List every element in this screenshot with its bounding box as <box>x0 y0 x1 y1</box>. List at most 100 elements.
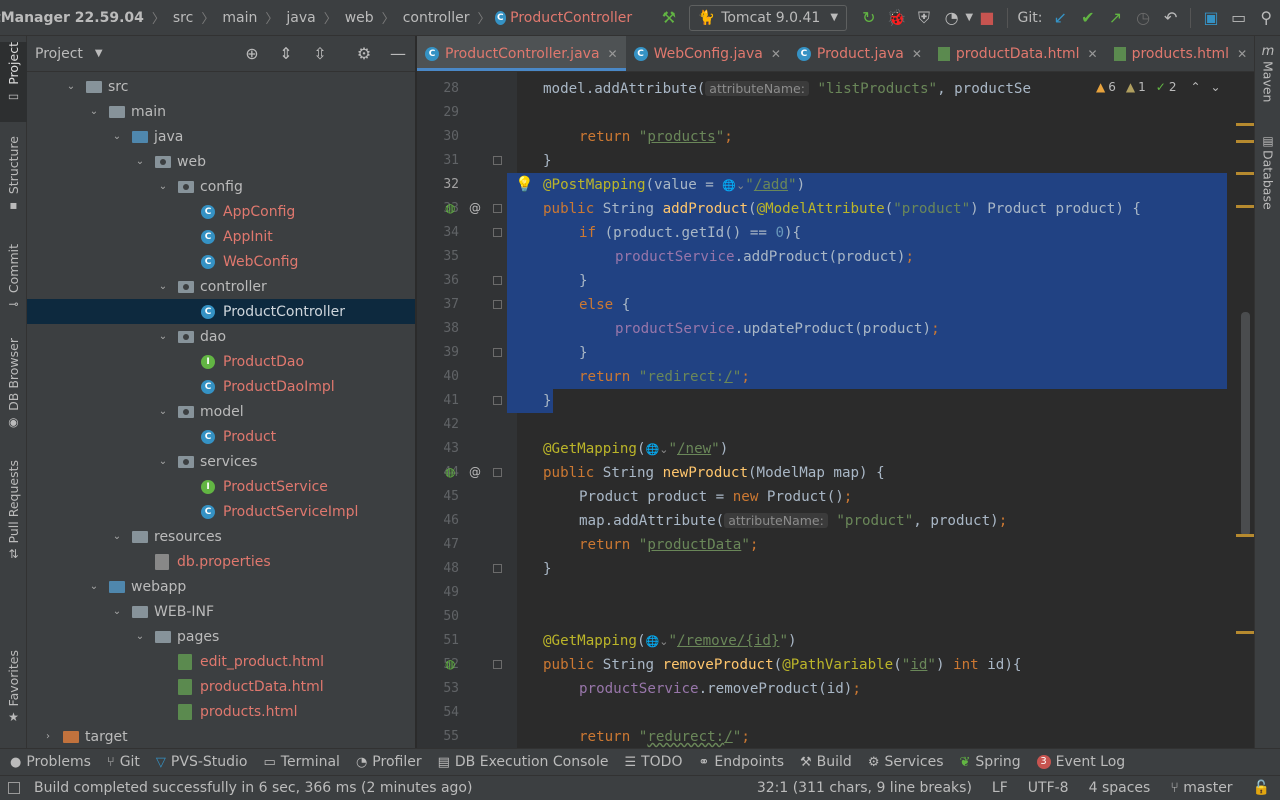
close-icon[interactable]: ✕ <box>1237 47 1247 61</box>
status-message[interactable]: Build completed successfully in 6 sec, 3… <box>34 780 472 796</box>
previous-highlight-icon[interactable]: ⌃ <box>1190 80 1200 94</box>
code-editor[interactable]: model.addAttribute(attributeName: "listP… <box>517 72 1237 748</box>
project-structure-icon[interactable]: ▣ <box>1200 5 1222 31</box>
tool-tab-spring[interactable]: ❦ Spring <box>952 754 1029 770</box>
chevron-down-icon[interactable]: ⌄ <box>110 131 124 142</box>
editor-tab-products-html[interactable]: products.html ✕ <box>1106 36 1254 71</box>
debug-icon[interactable]: 🐞 <box>886 5 908 31</box>
chevron-right-icon[interactable]: › <box>41 731 55 742</box>
lock-icon[interactable]: 🔓 <box>1243 780 1280 796</box>
git-history-icon[interactable]: ◷ <box>1132 5 1154 31</box>
tree-item[interactable]: ⌄ main <box>27 99 415 124</box>
fold-marker[interactable] <box>493 276 502 285</box>
editor-tab-product-controller[interactable]: C ProductController.java ✕ <box>417 36 626 71</box>
chevron-down-icon[interactable]: ⌄ <box>110 531 124 542</box>
tool-tab-project[interactable]: Project ▭ <box>0 42 27 122</box>
tree-item[interactable]: ⌄ web <box>27 149 415 174</box>
tree-item[interactable]: edit_product.html <box>27 649 415 674</box>
tool-tab-endpoints[interactable]: ⚭ Endpoints <box>690 754 792 770</box>
git-push-icon[interactable]: ↗ <box>1105 5 1127 31</box>
inspection-widget[interactable]: ▲ 6 ▲ 1 ✓ 2 ⌃ ⌄ <box>1086 76 1221 98</box>
warning-marker[interactable] <box>1236 631 1254 634</box>
tool-tab-pull-requests[interactable]: Pull Requests ⇅ <box>0 460 27 572</box>
tree-item[interactable]: › target <box>27 724 415 748</box>
gear-icon[interactable]: ⚙ <box>347 44 381 63</box>
fold-marker[interactable] <box>493 204 502 213</box>
tool-tab-services[interactable]: ⚙ Services <box>860 754 952 770</box>
chevron-down-icon[interactable]: ⌄ <box>156 456 170 467</box>
chevron-down-icon[interactable]: ▼ <box>95 48 103 59</box>
fold-marker[interactable] <box>493 564 502 573</box>
chevron-down-icon[interactable]: ⌄ <box>133 631 147 642</box>
tree-item[interactable]: productData.html <box>27 674 415 699</box>
chevron-down-icon[interactable]: ⌄ <box>156 281 170 292</box>
close-icon[interactable]: ✕ <box>912 47 922 61</box>
warning-marker[interactable] <box>1236 140 1254 143</box>
fold-marker[interactable] <box>493 468 502 477</box>
chevron-down-icon[interactable]: ⌄ <box>156 331 170 342</box>
chevron-down-icon[interactable]: ⌄ <box>87 106 101 117</box>
bean-annotation-icon[interactable]: @ <box>469 465 481 479</box>
tree-item[interactable]: ⌄ resources <box>27 524 415 549</box>
fold-marker[interactable] <box>493 300 502 309</box>
chevron-down-icon[interactable]: ⌄ <box>156 406 170 417</box>
rerun-icon[interactable]: ↻ <box>858 5 880 31</box>
fold-marker[interactable] <box>493 228 502 237</box>
tool-tab-commit[interactable]: Commit ⊸ <box>0 244 27 318</box>
git-rollback-icon[interactable]: ↶ <box>1160 5 1182 31</box>
tree-item[interactable]: ⌄ pages <box>27 624 415 649</box>
request-mapping-icon[interactable]: ◍ <box>445 657 455 671</box>
request-mapping-icon[interactable]: ◍ <box>445 465 455 479</box>
warning-marker[interactable] <box>1236 205 1254 208</box>
tree-item[interactable]: I ProductService <box>27 474 415 499</box>
tree-item[interactable]: ⌄ WEB-INF <box>27 599 415 624</box>
fold-marker[interactable] <box>493 396 502 405</box>
warning-marker[interactable] <box>1236 123 1254 126</box>
tree-item[interactable]: ⌄ dao <box>27 324 415 349</box>
editor-tab-productdata-html[interactable]: productData.html ✕ <box>930 36 1106 71</box>
tree-item[interactable]: products.html <box>27 699 415 724</box>
tool-tab-terminal[interactable]: ▭ Terminal <box>255 754 347 770</box>
tree-item[interactable]: C AppConfig <box>27 199 415 224</box>
tool-tab-structure[interactable]: Structure ▪ <box>0 136 27 226</box>
editor-tab-product[interactable]: C Product.java ✕ <box>789 36 930 71</box>
fold-marker[interactable] <box>493 156 502 165</box>
tool-tab-profiler[interactable]: ◔ Profiler <box>348 754 430 770</box>
bean-annotation-icon[interactable]: @ <box>469 201 481 215</box>
breadcrumb-product-controller[interactable]: ProductController <box>506 10 636 26</box>
close-icon[interactable]: ✕ <box>771 47 781 61</box>
tool-tab-db-browser[interactable]: DB Browser ◉ <box>0 338 27 442</box>
build-hammer-icon[interactable]: ⚒ <box>658 5 680 31</box>
tree-item[interactable]: db.properties <box>27 549 415 574</box>
tree-item[interactable]: C Product <box>27 424 415 449</box>
close-icon[interactable]: ✕ <box>608 47 618 61</box>
project-panel-title[interactable]: Project <box>35 46 83 62</box>
tree-item[interactable]: ⌄ webapp <box>27 574 415 599</box>
tree-item[interactable]: ⌄ services <box>27 449 415 474</box>
tree-item[interactable]: C ProductDaoImpl <box>27 374 415 399</box>
scrollbar-thumb[interactable] <box>1241 312 1250 536</box>
chevron-down-icon[interactable]: ⌄ <box>87 581 101 592</box>
chevron-down-icon[interactable]: ⌄ <box>110 606 124 617</box>
expand-all-icon[interactable]: ⇕ <box>269 44 303 63</box>
git-commit-icon[interactable]: ✔ <box>1077 5 1099 31</box>
indent-setting[interactable]: 4 spaces <box>1079 780 1161 796</box>
tree-item[interactable]: C ProductServiceImpl <box>27 499 415 524</box>
tool-tab-problems[interactable]: ● Problems <box>0 754 99 770</box>
locate-file-icon[interactable]: ⊕ <box>235 44 269 63</box>
lightbulb-icon[interactable]: 💡 <box>517 173 534 195</box>
breadcrumb-project[interactable]: tManager 22.59.04 <box>0 10 148 26</box>
more-run-options-icon[interactable]: ▼ <box>965 12 973 23</box>
hide-panel-icon[interactable]: — <box>381 44 415 63</box>
close-icon[interactable]: ✕ <box>1088 47 1098 61</box>
warning-marker[interactable] <box>1236 534 1254 537</box>
tree-item[interactable]: I ProductDao <box>27 349 415 374</box>
tool-tab-todo[interactable]: ☰ TODO <box>616 754 690 770</box>
tool-tab-pvs-studio[interactable]: ▽ PVS-Studio <box>148 754 256 770</box>
git-update-icon[interactable]: ↙ <box>1049 5 1071 31</box>
search-icon[interactable]: ⚲ <box>1255 5 1277 31</box>
tree-item[interactable]: ⌄ model <box>27 399 415 424</box>
profile-icon[interactable]: ◔ <box>941 5 963 31</box>
collapse-all-icon[interactable]: ⇳ <box>303 44 337 63</box>
tree-item[interactable]: ⌄ java <box>27 124 415 149</box>
